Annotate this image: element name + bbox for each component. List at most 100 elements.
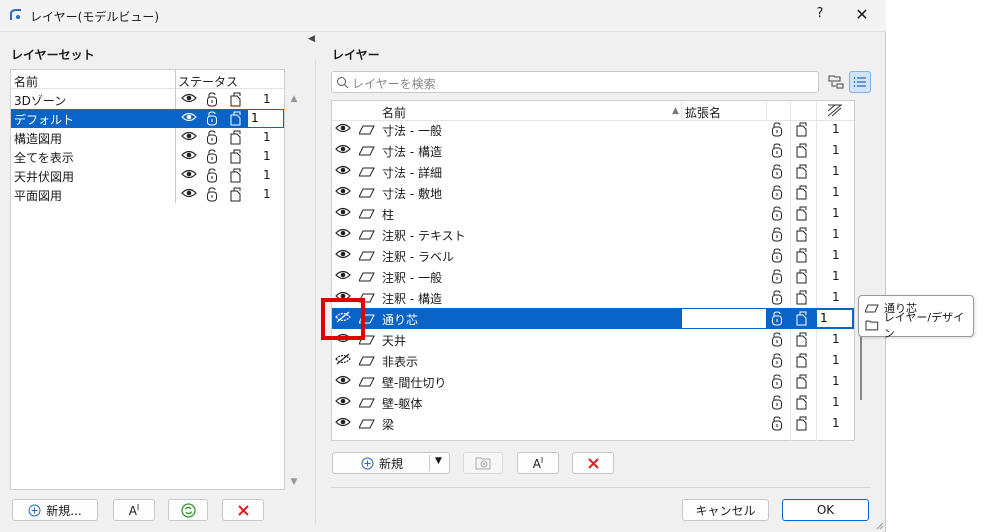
- lock-icon[interactable]: [770, 227, 786, 242]
- eye-icon[interactable]: [335, 269, 351, 284]
- eye-icon[interactable]: [181, 111, 197, 127]
- eye-icon[interactable]: [335, 395, 351, 410]
- page-icon[interactable]: [229, 187, 245, 203]
- page-icon[interactable]: [229, 92, 245, 108]
- lock-icon[interactable]: [770, 332, 786, 347]
- update-button[interactable]: [168, 499, 208, 521]
- lock-icon[interactable]: [205, 92, 221, 108]
- layer-row[interactable]: 寸法 - 詳細 1: [332, 161, 854, 182]
- chevron-down-icon[interactable]: ▼: [435, 456, 442, 466]
- layer-row[interactable]: 天井 1: [332, 329, 854, 350]
- lock-icon[interactable]: [770, 164, 786, 179]
- page-icon[interactable]: [229, 149, 245, 165]
- eye-icon[interactable]: [335, 206, 351, 221]
- rename-button[interactable]: AI: [113, 499, 155, 521]
- eye-icon[interactable]: [335, 416, 351, 431]
- page-icon[interactable]: [795, 332, 811, 347]
- lock-icon[interactable]: [205, 149, 221, 165]
- layer-icon[interactable]: [358, 418, 375, 433]
- lock-icon[interactable]: [770, 353, 786, 368]
- column-name-header[interactable]: 名前: [14, 73, 38, 90]
- layer-search-input[interactable]: レイヤーを検索: [331, 71, 819, 93]
- lock-icon[interactable]: [770, 311, 786, 326]
- layer-icon[interactable]: [358, 250, 375, 265]
- page-icon[interactable]: [795, 269, 811, 284]
- scroll-down-arrow[interactable]: ▼: [289, 477, 299, 487]
- ok-button[interactable]: OK: [782, 499, 869, 521]
- layer-icon[interactable]: [358, 187, 375, 202]
- page-icon[interactable]: [795, 227, 811, 242]
- page-icon[interactable]: [795, 290, 811, 305]
- folder-view-button[interactable]: [826, 71, 848, 93]
- lock-icon[interactable]: [770, 206, 786, 221]
- page-icon[interactable]: [229, 130, 245, 146]
- layer-row[interactable]: 注釈 - ラベル 1: [332, 245, 854, 266]
- page-icon[interactable]: [229, 168, 245, 184]
- lock-icon[interactable]: [770, 143, 786, 158]
- layer-icon[interactable]: [358, 166, 375, 181]
- layer-row[interactable]: 梁1: [332, 413, 854, 434]
- page-icon[interactable]: [795, 353, 811, 368]
- collapse-arrow-icon[interactable]: ◀: [308, 34, 315, 44]
- lock-icon[interactable]: [770, 395, 786, 410]
- layer-row[interactable]: 柱1: [332, 203, 854, 224]
- eye-hidden-icon[interactable]: [335, 353, 351, 368]
- layer-row[interactable]: 寸法 - 敷地 1: [332, 182, 854, 203]
- lock-icon[interactable]: [205, 168, 221, 184]
- eye-icon[interactable]: [335, 122, 351, 137]
- layer-icon[interactable]: [358, 376, 375, 391]
- list-view-button[interactable]: [849, 71, 871, 93]
- page-icon[interactable]: [795, 311, 811, 326]
- layer-icon[interactable]: [358, 355, 375, 370]
- layer-row[interactable]: 非表示 1: [332, 350, 854, 371]
- help-button[interactable]: ?: [812, 6, 828, 24]
- eye-icon[interactable]: [181, 187, 197, 203]
- layer-set-row[interactable]: 全てを表示 1: [11, 147, 284, 166]
- eye-icon[interactable]: [335, 374, 351, 389]
- lock-icon[interactable]: [770, 248, 786, 263]
- layer-row[interactable]: 注釈 - テキスト 1: [332, 224, 854, 245]
- cancel-button[interactable]: キャンセル: [682, 499, 769, 521]
- eye-icon[interactable]: [181, 168, 197, 184]
- lock-icon[interactable]: [770, 374, 786, 389]
- eye-icon[interactable]: [335, 227, 351, 242]
- eye-icon[interactable]: [335, 143, 351, 158]
- layer-row[interactable]: 壁-間仕切り 1: [332, 371, 854, 392]
- lock-icon[interactable]: [770, 416, 786, 431]
- delete-layer-button[interactable]: [572, 452, 614, 474]
- lock-icon[interactable]: [205, 187, 221, 203]
- lock-icon[interactable]: [205, 130, 221, 146]
- close-button[interactable]: ✕: [850, 5, 874, 27]
- layer-set-row[interactable]: 天井伏図用 1: [11, 166, 284, 185]
- eye-icon[interactable]: [335, 164, 351, 179]
- page-icon[interactable]: [795, 164, 811, 179]
- eye-icon[interactable]: [335, 248, 351, 263]
- layer-icon[interactable]: [358, 208, 375, 223]
- scroll-up-arrow[interactable]: ▲: [289, 94, 299, 104]
- layer-set-row[interactable]: 構造図用 1: [11, 128, 284, 147]
- layer-icon[interactable]: [358, 229, 375, 244]
- page-icon[interactable]: [795, 374, 811, 389]
- eye-icon[interactable]: [181, 130, 197, 146]
- lock-icon[interactable]: [770, 269, 786, 284]
- lock-icon[interactable]: [770, 290, 786, 305]
- page-icon[interactable]: [795, 143, 811, 158]
- lock-icon[interactable]: [770, 185, 786, 200]
- lock-icon[interactable]: [205, 111, 221, 127]
- layer-row[interactable]: 注釈 - 構造 1: [332, 287, 854, 308]
- layer-icon[interactable]: [358, 397, 375, 412]
- page-icon[interactable]: [795, 122, 811, 137]
- page-icon[interactable]: [795, 185, 811, 200]
- pen-number-input[interactable]: 1: [247, 109, 284, 128]
- layer-row[interactable]: 通り芯 1: [332, 308, 854, 329]
- layer-icon[interactable]: [358, 124, 375, 139]
- resize-grip-icon[interactable]: [874, 520, 884, 530]
- page-icon[interactable]: [795, 206, 811, 221]
- page-icon[interactable]: [795, 248, 811, 263]
- eye-icon[interactable]: [181, 92, 197, 108]
- layer-icon[interactable]: [358, 145, 375, 160]
- new-folder-button[interactable]: [463, 452, 503, 474]
- lock-icon[interactable]: [770, 122, 786, 137]
- layer-row[interactable]: 寸法 - 一般 1: [332, 119, 854, 140]
- eye-icon[interactable]: [335, 185, 351, 200]
